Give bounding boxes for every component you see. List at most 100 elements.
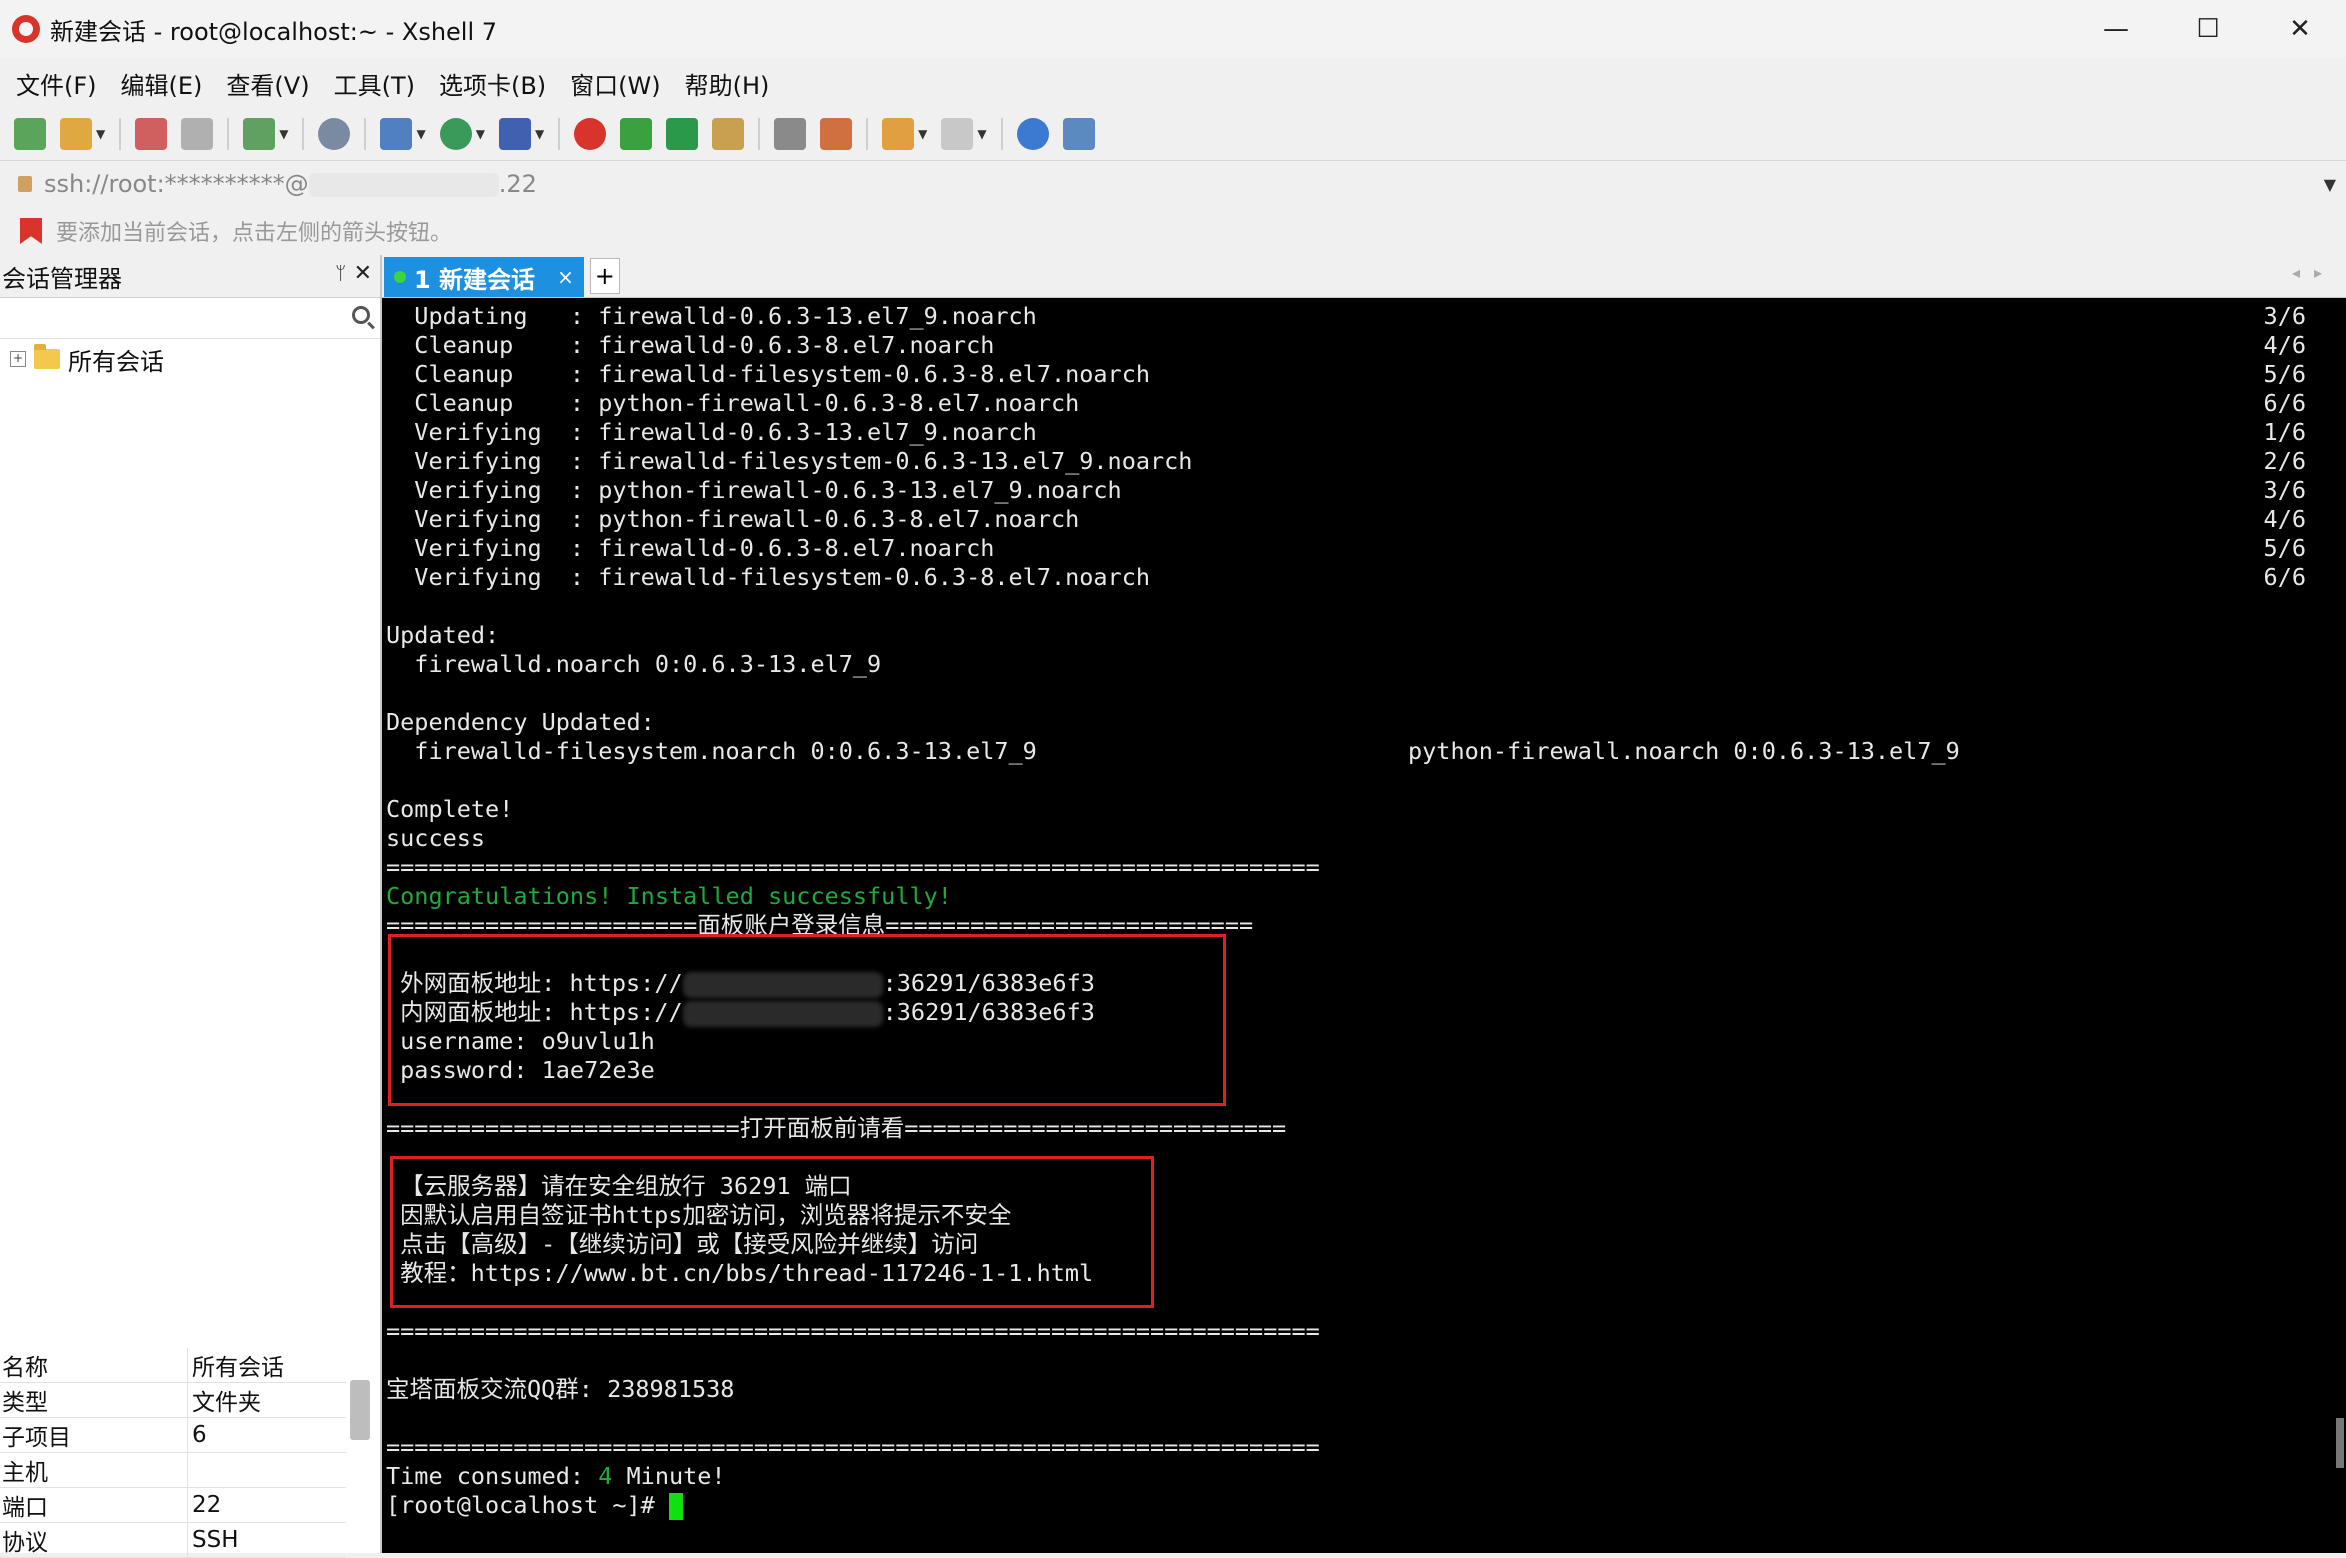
menu-file[interactable]: 文件(F) xyxy=(8,66,105,101)
address-text: ssh://root:**********@ .22 xyxy=(44,170,537,198)
globe-dropdown-icon[interactable]: ▼ xyxy=(476,127,485,141)
property-key: 主机 xyxy=(0,1453,188,1487)
new-session-icon[interactable] xyxy=(14,118,46,150)
menu-tools[interactable]: 工具(T) xyxy=(326,66,423,101)
menu-edit[interactable]: 编辑(E) xyxy=(113,66,211,101)
layout-icon[interactable] xyxy=(380,118,413,150)
chat-icon[interactable] xyxy=(1062,118,1095,150)
property-value: 文件夹 xyxy=(192,1390,261,1416)
tab-nav-arrows-icon[interactable]: ◂▸ xyxy=(2292,263,2336,282)
redacted-host xyxy=(308,173,499,197)
inner-panel-address: 内网面板地址: https://:36291/6383e6f3 xyxy=(386,998,1095,1027)
open-dropdown-icon[interactable]: ▼ xyxy=(96,127,105,141)
find-icon[interactable] xyxy=(318,118,351,150)
maximize-button[interactable]: ☐ xyxy=(2162,0,2254,58)
success-text: success xyxy=(386,824,486,852)
add-tab-button[interactable]: + xyxy=(589,258,620,294)
xshell-icon[interactable] xyxy=(574,118,607,150)
qq-group-text: 宝塔面板交流QQ群: 238981538 xyxy=(386,1375,735,1403)
close-window-button[interactable]: ✕ xyxy=(2254,0,2346,58)
progress-count: 3/6 xyxy=(2263,302,2306,330)
toolbar-separator xyxy=(866,118,869,150)
keyboard-icon[interactable] xyxy=(774,118,807,150)
font-dropdown-icon[interactable]: ▼ xyxy=(535,127,544,141)
progress-count: 4/6 xyxy=(2263,331,2306,359)
properties-scrollbar[interactable] xyxy=(350,1380,370,1440)
progress-count: 6/6 xyxy=(2263,389,2306,417)
lock-icon[interactable] xyxy=(712,118,745,150)
menu-tabs[interactable]: 选项卡(B) xyxy=(431,66,554,101)
tree-item-all-sessions[interactable]: + 所有会话 xyxy=(0,339,380,379)
updated-package: firewalld.noarch 0:0.6.3-13.el7_9 xyxy=(386,650,882,678)
expand-icon[interactable]: + xyxy=(10,351,26,367)
disconnect-icon[interactable] xyxy=(181,118,214,150)
title-bar: 新建会话 - root@localhost:~ - Xshell 7 — ☐ ✕ xyxy=(0,0,2346,58)
tab-session-1[interactable]: 1 新建会话 × xyxy=(384,257,584,297)
help-icon[interactable] xyxy=(1016,118,1049,150)
shell-prompt[interactable]: [root@localhost ~]# xyxy=(386,1491,683,1520)
address-prefix: ssh://root:**********@ xyxy=(44,170,309,198)
search-icon[interactable] xyxy=(352,306,370,324)
time-consumed: Time consumed: 4 Minute! xyxy=(386,1462,726,1491)
property-value: 6 xyxy=(192,1422,207,1448)
dependency-package: firewalld-filesystem.noarch 0:0.6.3-13.e… xyxy=(386,737,1037,765)
tab-label: 1 新建会话 xyxy=(414,265,536,294)
close-tab-icon[interactable]: × xyxy=(557,265,574,289)
address-dropdown-icon[interactable]: ▼ xyxy=(2324,175,2336,194)
tab-bar: 1 新建会话 × + ◂▸ xyxy=(382,255,2346,298)
address-bar[interactable]: ssh://root:**********@ .22 ▼ xyxy=(0,160,2346,208)
hint-bar: 要添加当前会话，点击左侧的箭头按钮。 xyxy=(0,207,2346,255)
pin-icon[interactable]: ᛘ xyxy=(335,263,346,284)
close-panel-button[interactable]: ✕ xyxy=(354,261,372,286)
layout-dropdown-icon[interactable]: ▼ xyxy=(416,127,425,141)
lock-icon xyxy=(18,176,32,192)
terminal-scrollbar[interactable] xyxy=(2336,1418,2344,1468)
dependency-package: python-firewall.noarch 0:0.6.3-13.el7_9 xyxy=(1408,737,1960,765)
toolbar-separator xyxy=(227,118,230,150)
inner-address-suffix: :36291/6383e6f3 xyxy=(882,998,1095,1026)
progress-count: 2/6 xyxy=(2263,447,2306,475)
terminal-output[interactable]: Updating : firewalld-0.6.3-13.el7_9.noar… xyxy=(382,298,2346,1553)
toolbar: ▼ ▼ ▼ ▼ ▼ ▼ ▼ xyxy=(0,108,2346,160)
session-search-input[interactable] xyxy=(0,298,380,339)
toolbar-separator xyxy=(302,118,305,150)
font-icon[interactable] xyxy=(498,118,531,150)
xftp-icon[interactable] xyxy=(620,118,653,150)
progress-count: 5/6 xyxy=(2263,360,2306,388)
tile-icon[interactable] xyxy=(941,118,974,150)
reconnect-icon[interactable] xyxy=(135,118,168,150)
menu-window[interactable]: 窗口(W) xyxy=(562,66,668,101)
progress-count: 1/6 xyxy=(2263,418,2306,446)
highlight-icon[interactable] xyxy=(820,118,853,150)
tile-dropdown-icon[interactable]: ▼ xyxy=(977,127,986,141)
terminal-line: Cleanup : firewalld-0.6.3-8.el7.noarch xyxy=(386,331,995,359)
transfer-dropdown-icon[interactable]: ▼ xyxy=(918,127,927,141)
terminal-line: Cleanup : firewalld-filesystem-0.6.3-8.e… xyxy=(386,360,1151,388)
minimize-button[interactable]: — xyxy=(2070,0,2162,58)
complete-text: Complete! xyxy=(386,795,514,823)
property-row: 端口 22 xyxy=(0,1488,346,1523)
address-suffix: .22 xyxy=(498,170,537,198)
notice-line: 因默认启用自签证书https加密访问，浏览器将提示不安全 xyxy=(386,1201,1012,1229)
separator-line: ========================================… xyxy=(386,1317,1320,1345)
menu-help[interactable]: 帮助(H) xyxy=(677,66,778,101)
separator-line: ========================================… xyxy=(386,1433,1320,1461)
bookmark-arrow-icon[interactable] xyxy=(20,218,42,244)
fullscreen-icon[interactable] xyxy=(666,118,699,150)
open-folder-icon[interactable] xyxy=(60,118,92,150)
redacted-ip xyxy=(682,1000,883,1027)
properties-dropdown-icon[interactable]: ▼ xyxy=(279,127,288,141)
outer-address-prefix: 外网面板地址: https:// xyxy=(386,969,683,997)
globe-icon[interactable] xyxy=(439,118,472,150)
property-value: 所有会话 xyxy=(192,1355,284,1381)
menu-view[interactable]: 查看(V) xyxy=(218,66,317,101)
updated-header: Updated: xyxy=(386,621,500,649)
notice-line: 点击【高级】-【继续访问】或【接受风险并继续】访问 xyxy=(386,1230,979,1258)
toolbar-separator xyxy=(1000,118,1003,150)
properties-icon[interactable] xyxy=(243,118,276,150)
transfer-icon[interactable] xyxy=(882,118,915,150)
properties-table: 名称 所有会话 类型 文件夹 子项目 6 主机 端口 22 协议 SSH xyxy=(0,1348,346,1558)
terminal-line: Verifying : firewalld-filesystem-0.6.3-8… xyxy=(386,563,1151,591)
property-row: 名称 所有会话 xyxy=(0,1348,346,1383)
terminal-line: Verifying : python-firewall-0.6.3-13.el7… xyxy=(386,476,1122,504)
